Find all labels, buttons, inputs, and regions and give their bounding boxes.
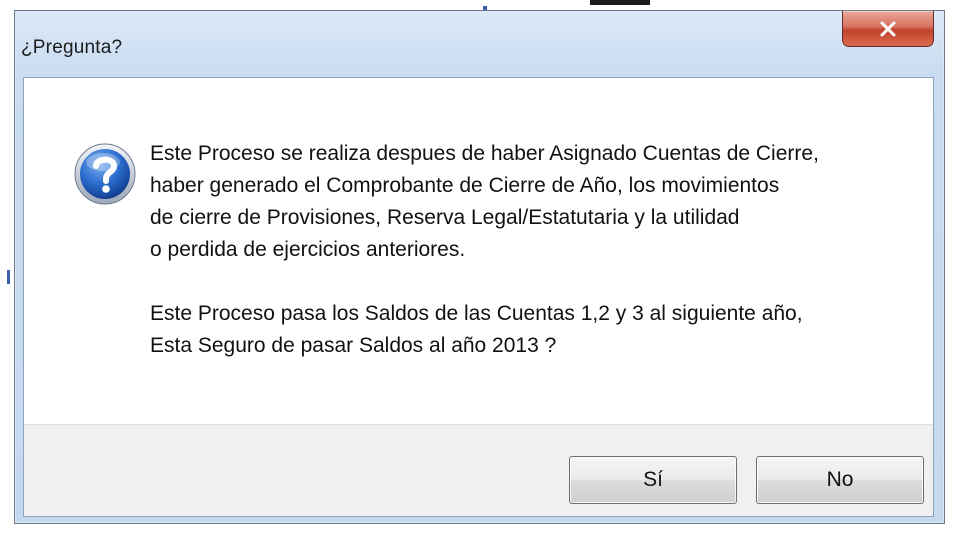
background-window-edge xyxy=(0,0,957,14)
message-paragraph-2: Este Proceso pasa los Saldos de las Cuen… xyxy=(150,298,910,362)
title-bar[interactable]: ¿Pregunta? xyxy=(15,11,944,77)
message-area: Este Proceso se realiza despues de haber… xyxy=(24,78,933,424)
message-line: Esta Seguro de pasar Saldos al año 2013 … xyxy=(150,334,557,357)
no-button[interactable]: No xyxy=(756,456,924,504)
close-icon xyxy=(879,21,897,37)
message-line: Este Proceso pasa los Saldos de las Cuen… xyxy=(150,302,803,325)
message-line: haber generado el Comprobante de Cierre … xyxy=(150,174,780,197)
question-dialog: ¿Pregunta? Este Proceso se realiza despu… xyxy=(14,10,945,524)
message-line: de cierre de Provisiones, Reserva Legal/… xyxy=(150,206,740,229)
question-icon xyxy=(73,142,137,206)
dialog-message: Este Proceso se realiza despues de haber… xyxy=(150,138,910,362)
background-window-tab xyxy=(590,0,650,5)
message-line: o perdida de ejercicios anteriores. xyxy=(150,238,466,261)
yes-button[interactable]: Sí xyxy=(569,456,737,504)
dialog-client-area: Este Proceso se realiza despues de haber… xyxy=(23,77,934,517)
background-window-marker-left xyxy=(7,270,10,284)
button-bar: Sí No xyxy=(24,424,933,516)
message-line: Este Proceso se realiza despues de haber… xyxy=(150,142,819,165)
close-button[interactable] xyxy=(842,11,934,47)
dialog-title: ¿Pregunta? xyxy=(21,37,123,58)
message-paragraph-1: Este Proceso se realiza despues de haber… xyxy=(150,138,910,266)
screenshot-stage: ¿Pregunta? Este Proceso se realiza despu… xyxy=(0,0,957,534)
